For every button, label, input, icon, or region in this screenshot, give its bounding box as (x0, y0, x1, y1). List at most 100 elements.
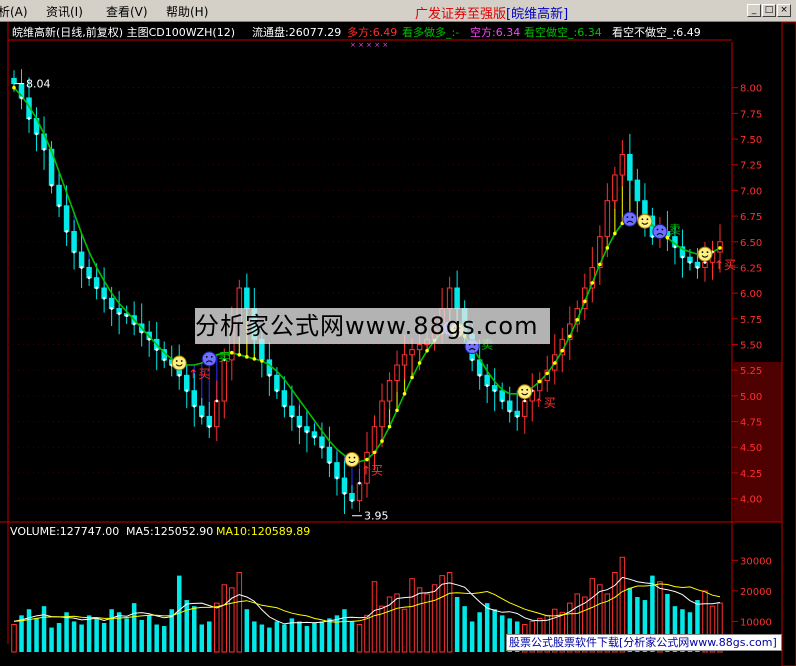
face-eye (180, 360, 183, 362)
volume-bar-down (274, 621, 280, 652)
volume-bar-down (477, 612, 482, 652)
candle-body (634, 179, 641, 202)
close-dot (50, 183, 53, 187)
close-dot (478, 373, 482, 377)
support-dot (402, 392, 407, 396)
buy-signal-label: ↑买 (714, 258, 736, 272)
maximize-icon[interactable]: □ (762, 4, 776, 17)
close-dot (282, 404, 286, 408)
support-dot (425, 348, 429, 353)
price-tick-label: 4.25 (740, 469, 762, 480)
volume-bar-down (71, 621, 77, 652)
close-dot (27, 117, 31, 120)
stock-chart[interactable]: 皖维高新(日线,前复权) 主图CD100WZH(12) 流通盘:26077.29… (0, 22, 796, 666)
close-icon[interactable]: × (777, 4, 791, 17)
support-dot (252, 357, 257, 361)
watch-long-label: 看多做多_:- (402, 25, 459, 39)
face-eye (631, 216, 634, 219)
broker-title: 广发证券至强版[皖维高新] (415, 3, 568, 22)
support-dot (718, 246, 722, 250)
close-dot (110, 307, 114, 310)
close-dot (57, 204, 61, 208)
frown-face-icon (201, 351, 217, 367)
close-dot (350, 499, 354, 503)
smile-face-icon (171, 355, 187, 371)
support-dot (613, 231, 617, 236)
cross-markers: × × × × × (350, 41, 388, 49)
price-tick-label: 7.25 (740, 161, 762, 172)
volume-bar-down (161, 626, 167, 652)
volume-bar-down (139, 619, 144, 652)
close-dot (132, 322, 136, 326)
candle-body (604, 200, 611, 238)
sell-signal-label: 卖 (218, 350, 230, 364)
volume-bar-down (297, 621, 302, 652)
face-eye (661, 228, 664, 231)
price-tick-label: 5.00 (740, 392, 762, 403)
stock-label: 皖维高新(日线,前复权) 主图CD100WZH(12) (12, 25, 235, 39)
close-dot (147, 337, 151, 341)
close-dot (162, 358, 166, 362)
volume-tick-label: 20000 (740, 587, 772, 598)
buy-signal-label: ↑买 (188, 367, 210, 381)
menu-help[interactable]: 帮助(H) (166, 3, 208, 20)
price-tick-label: 4.50 (740, 443, 762, 454)
candle-body (56, 184, 62, 207)
price-tick-label: 7.75 (740, 109, 762, 120)
candle-body (356, 482, 363, 502)
candle-body (274, 374, 280, 392)
price-tick-label: 7.00 (740, 186, 762, 197)
close-dot (80, 266, 83, 269)
close-dot (275, 389, 279, 393)
volume-bar-up (416, 587, 423, 653)
close-dot (140, 330, 144, 334)
volume-bar-down (56, 622, 62, 652)
candle-body (244, 287, 250, 310)
volume-label: VOLUME:127747.00 (10, 525, 119, 538)
volume-bar-down (327, 618, 332, 652)
volume-bar-up (11, 624, 17, 653)
close-dot (125, 314, 129, 318)
face-eye (205, 355, 208, 358)
face-eye (348, 456, 351, 459)
menu-view[interactable]: 查看(V) (106, 3, 148, 20)
right-scrollbar[interactable] (781, 22, 796, 666)
candle-body (394, 364, 400, 381)
volume-bar-up (356, 624, 363, 653)
minimize-icon[interactable]: _ (747, 4, 761, 17)
candle-body (319, 436, 325, 448)
menu-analysis[interactable]: 析(A) (0, 3, 28, 20)
candle-body (289, 405, 295, 417)
candle-body (108, 297, 115, 310)
close-dot (508, 409, 512, 413)
candle-body (627, 153, 633, 181)
volume-bar-up (439, 575, 445, 653)
volume-bar-up (431, 584, 438, 653)
support-dot (575, 318, 580, 322)
candle-body (499, 390, 505, 402)
price-tick-label: 7.50 (740, 135, 762, 146)
support-dot (245, 355, 249, 359)
price-tick-label: 6.25 (740, 263, 762, 274)
volume-bar-up (409, 578, 415, 653)
candle-body (409, 349, 415, 356)
volume-bar-up (221, 584, 228, 653)
volume-bar-down (312, 622, 317, 652)
close-dot (696, 266, 699, 269)
buy-signal-label: ↑买 (361, 464, 383, 478)
volume-bar-down (282, 624, 287, 652)
candle-body (446, 287, 453, 310)
close-dot (95, 286, 99, 290)
volume-bar-down (492, 609, 497, 652)
support-dot (605, 246, 610, 250)
close-dot (192, 404, 196, 408)
menu-news[interactable]: 资讯(I) (46, 3, 83, 20)
close-dot (493, 389, 497, 393)
footer-banner[interactable]: 股票公式股票软件下载[分析家公式网www.88gs.com] (506, 634, 782, 651)
volume-bar-down (334, 615, 340, 652)
face-eye (656, 228, 659, 231)
candle-body (379, 400, 385, 428)
support-dot (387, 424, 392, 429)
watermark-text: 分析家公式网www.88gs.com (195, 312, 539, 340)
volume-bar-down (101, 622, 107, 652)
